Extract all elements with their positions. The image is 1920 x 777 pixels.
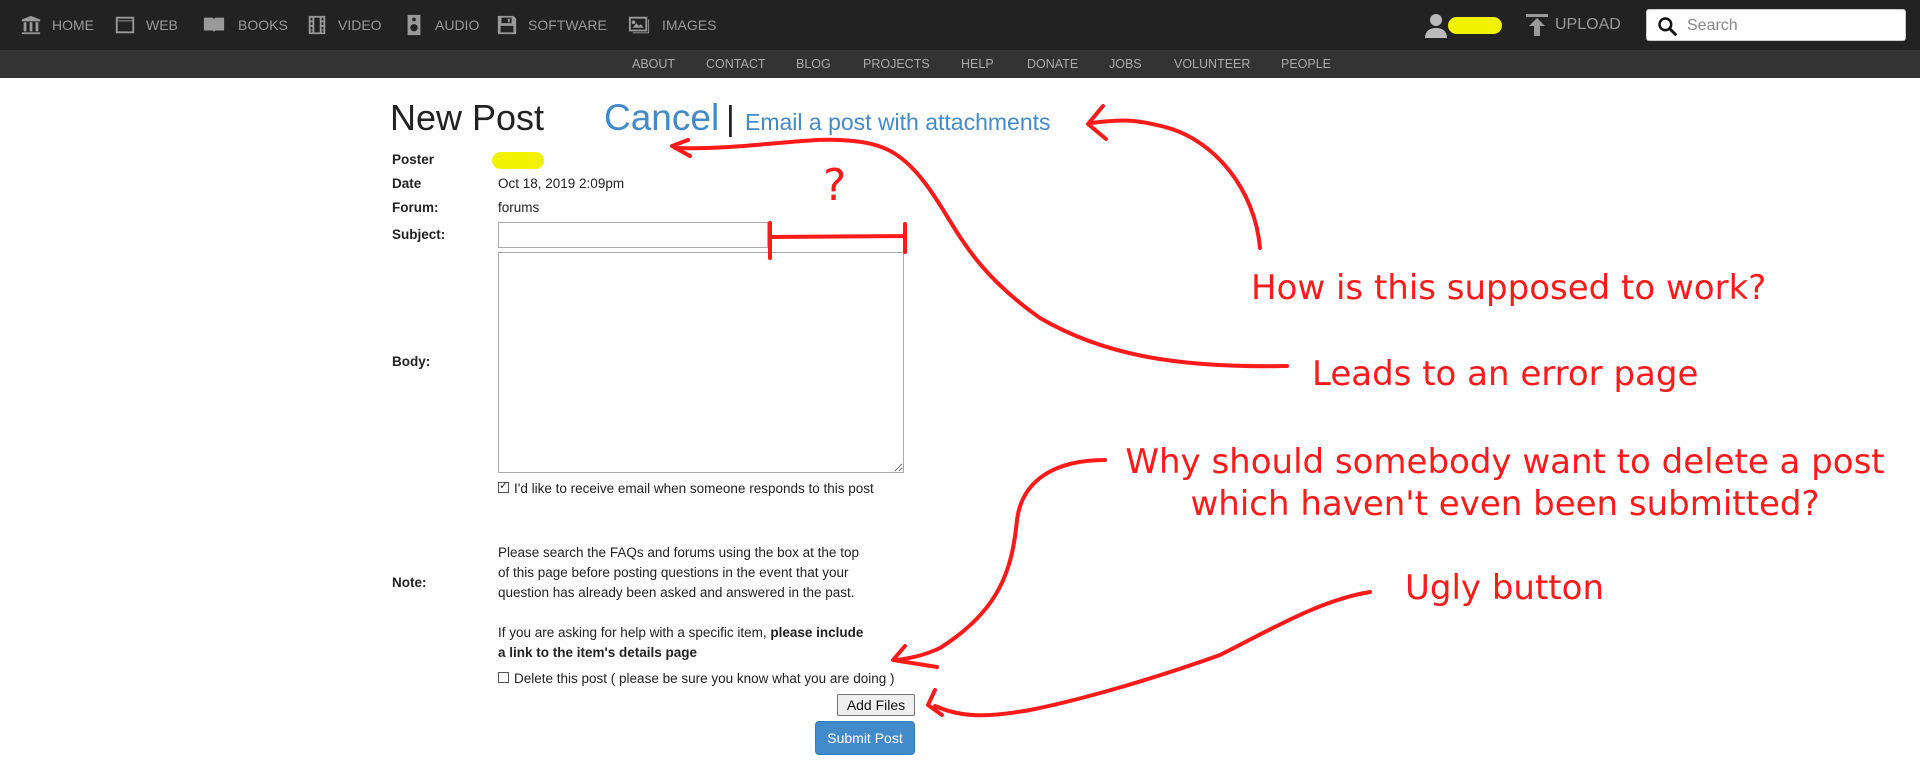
note-item-bold-1: please include: [770, 625, 864, 640]
annotation-delete-question: Why should somebody want to delete a pos…: [1125, 441, 1885, 525]
annotation-question-mark: ?: [823, 160, 847, 211]
upload-label: UPLOAD: [1555, 16, 1621, 33]
image-icon: [628, 16, 650, 34]
upload-icon: [1526, 14, 1548, 36]
body-textarea[interactable]: [498, 252, 904, 473]
nav-images-label: IMAGES: [662, 17, 717, 33]
search-input[interactable]: [1685, 13, 1899, 39]
submit-post-button[interactable]: Submit Post: [815, 721, 915, 755]
nav-software[interactable]: SOFTWARE: [496, 0, 607, 50]
nav-video-label: VIDEO: [338, 17, 382, 33]
nav-audio-label: AUDIO: [435, 17, 480, 33]
delete-post-label: Delete this post ( please be sure you kn…: [514, 671, 895, 686]
note-line: of this page before posting questions in…: [498, 565, 849, 580]
search-icon[interactable]: [1657, 16, 1677, 36]
subnav-volunteer[interactable]: VOLUNTEER: [1174, 50, 1250, 78]
annotation-ugly-button: Ugly button: [1405, 568, 1604, 608]
nav-web[interactable]: WEB: [114, 0, 178, 50]
nav-video[interactable]: VIDEO: [306, 0, 382, 50]
nav-home[interactable]: HOME: [20, 0, 94, 50]
date-label: Date: [392, 176, 422, 191]
annotation-how-work: How is this supposed to work?: [1251, 268, 1767, 308]
subnav-people[interactable]: PEOPLE: [1281, 50, 1331, 78]
library-icon: [21, 15, 41, 35]
note-paragraph-2: If you are asking for help with a specif…: [498, 623, 898, 663]
subnav-donate[interactable]: DONATE: [1027, 50, 1078, 78]
note-label: Note:: [392, 575, 427, 590]
note-item-text: If you are asking for help with a specif…: [498, 625, 767, 640]
search-box: [1646, 9, 1906, 41]
user-icon[interactable]: [1424, 12, 1448, 38]
top-navigation-bar: [0, 0, 1920, 50]
link-separator: |: [726, 100, 735, 138]
nav-web-label: WEB: [146, 17, 178, 33]
annotation-error-page: Leads to an error page: [1312, 354, 1699, 394]
note-line: question has already been asked and answ…: [498, 585, 855, 600]
subject-label: Subject:: [392, 227, 446, 242]
arrowhead-cancel: [670, 138, 692, 158]
cancel-link[interactable]: Cancel: [604, 97, 719, 139]
page-title: New Post: [390, 97, 545, 138]
speaker-icon: [407, 14, 421, 36]
poster-redaction: [492, 152, 544, 169]
annotation-delete-line-1: Why should somebody want to delete a pos…: [1125, 442, 1885, 482]
web-icon: [115, 16, 135, 34]
subject-input[interactable]: [498, 222, 768, 248]
annotation-delete-line-2: which haven't even been submitted?: [1190, 484, 1820, 524]
arrowhead-delete: [891, 644, 939, 669]
nav-software-label: SOFTWARE: [528, 17, 607, 33]
forum-label: Forum:: [392, 200, 439, 215]
email-notify-checkbox[interactable]: [498, 479, 509, 493]
note-line: Please search the FAQs and forums using …: [498, 545, 859, 560]
arrowhead-add-files: [926, 688, 944, 717]
subnav-blog[interactable]: BLOG: [796, 50, 831, 78]
floppy-icon: [497, 15, 517, 35]
subnav-contact[interactable]: CONTACT: [706, 50, 766, 78]
upload-button[interactable]: UPLOAD: [1525, 0, 1621, 50]
subnav-help[interactable]: HELP: [961, 50, 994, 78]
username-redaction: [1448, 17, 1502, 34]
subnav-jobs[interactable]: JOBS: [1109, 50, 1142, 78]
note-item-bold-2: a link to the item's details page: [498, 645, 698, 660]
nav-images[interactable]: IMAGES: [626, 0, 716, 50]
email-notify-label: I'd like to receive email when someone r…: [514, 481, 874, 496]
film-icon: [308, 15, 326, 35]
arrow-to-add-files: [933, 590, 1372, 718]
nav-home-label: HOME: [52, 17, 94, 33]
note-paragraph-1: Please search the FAQs and forums using …: [498, 543, 898, 603]
add-files-button[interactable]: Add Files: [837, 694, 915, 716]
arrow-to-delete: [894, 458, 1107, 662]
date-value: Oct 18, 2019 2:09pm: [498, 176, 625, 191]
arrow-to-email-link: [1088, 118, 1262, 250]
forum-value: forums: [498, 200, 540, 215]
email-post-link[interactable]: Email a post with attachments: [745, 109, 1051, 136]
secondary-navigation-bar: [0, 50, 1920, 78]
nav-books[interactable]: BOOKS: [200, 0, 288, 50]
book-icon: [203, 17, 225, 33]
nav-books-label: BOOKS: [238, 17, 288, 33]
body-label: Body:: [392, 354, 431, 369]
nav-audio[interactable]: AUDIO: [403, 0, 479, 50]
delete-post-checkbox[interactable]: [498, 672, 509, 683]
subnav-about[interactable]: ABOUT: [632, 50, 675, 78]
poster-label: Poster: [392, 152, 435, 167]
arrowhead-email-link: [1086, 104, 1108, 141]
subnav-projects[interactable]: PROJECTS: [863, 50, 930, 78]
